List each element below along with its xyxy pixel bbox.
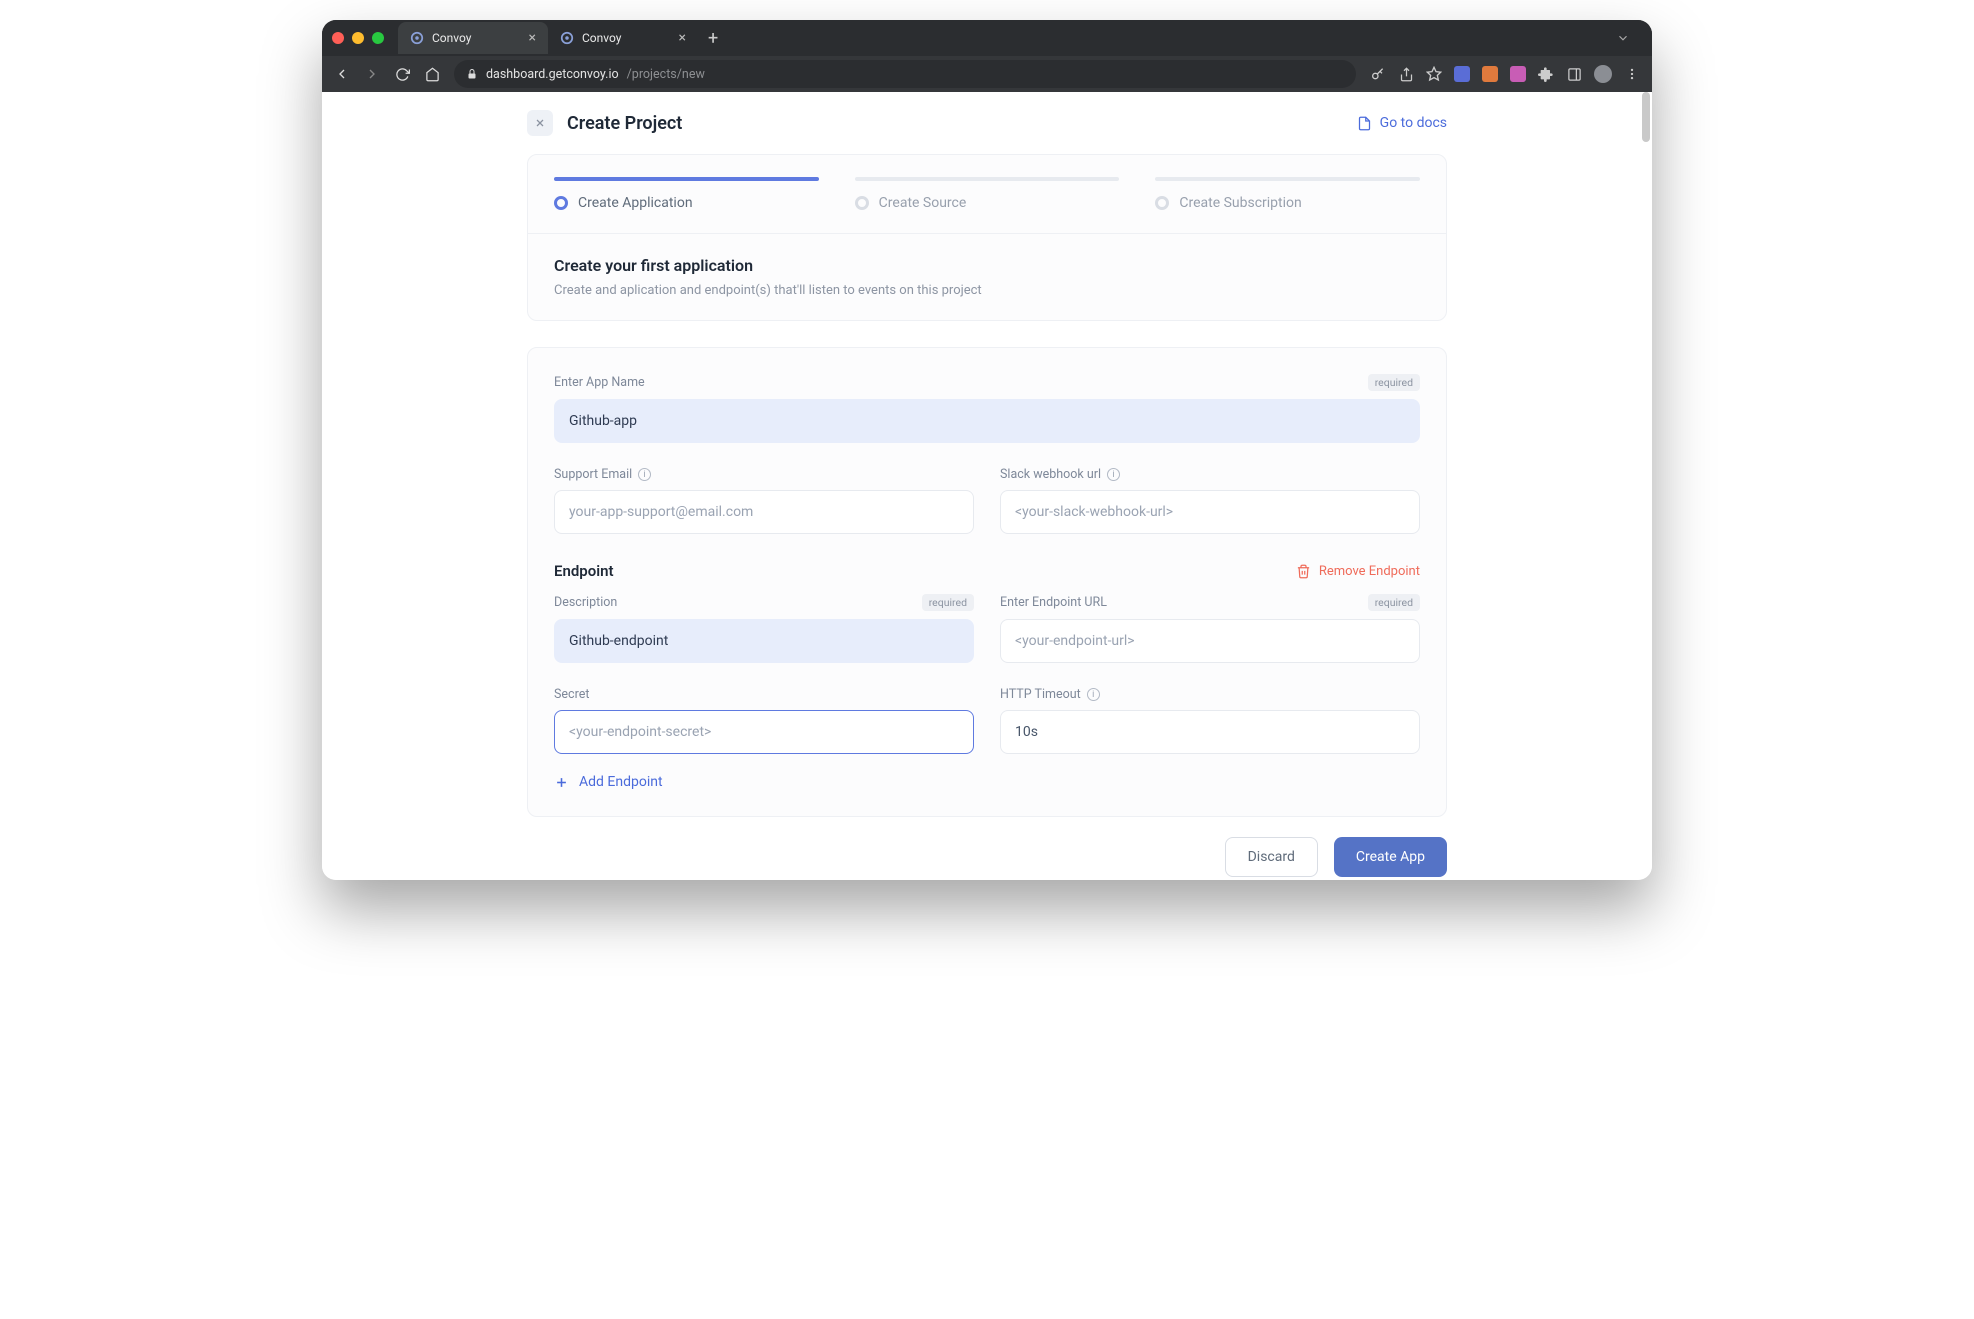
document-icon	[1357, 116, 1372, 131]
home-button[interactable]	[424, 66, 440, 82]
discard-button[interactable]: Discard	[1225, 837, 1318, 877]
timeout-input[interactable]	[1000, 710, 1420, 754]
docs-link[interactable]: Go to docs	[1357, 115, 1447, 131]
convoy-favicon-icon	[410, 31, 424, 45]
lock-icon	[466, 68, 478, 80]
add-endpoint-label: Add Endpoint	[579, 774, 663, 790]
back-button[interactable]	[334, 66, 350, 82]
create-app-button[interactable]: Create App	[1334, 837, 1447, 877]
required-badge: required	[1368, 374, 1420, 391]
secret-input[interactable]	[554, 710, 974, 754]
scrollbar[interactable]	[1642, 92, 1650, 142]
step-label: Create Subscription	[1179, 195, 1301, 211]
step-create-source[interactable]: Create Source	[855, 177, 1120, 211]
share-icon[interactable]	[1398, 66, 1414, 82]
step-create-application[interactable]: Create Application	[554, 177, 819, 211]
endpoint-url-input[interactable]	[1000, 619, 1420, 663]
profile-avatar[interactable]	[1594, 65, 1612, 83]
tab-close-icon[interactable]: ×	[529, 30, 536, 46]
description-label: Description	[554, 595, 617, 610]
page-title: Create Project	[567, 113, 682, 134]
browser-tab[interactable]: Convoy ×	[548, 22, 698, 54]
support-email-label: Support Emaili	[554, 467, 651, 482]
description-input[interactable]	[554, 619, 974, 663]
tab-close-icon[interactable]: ×	[679, 30, 686, 46]
url-host: dashboard.getconvoy.io	[486, 67, 619, 82]
endpoint-url-label: Enter Endpoint URL	[1000, 595, 1107, 610]
plus-icon	[554, 775, 569, 790]
tab-overflow-icon[interactable]	[1604, 31, 1642, 45]
url-path: /projects/new	[627, 67, 705, 82]
info-icon[interactable]: i	[1107, 468, 1120, 481]
remove-endpoint-label: Remove Endpoint	[1319, 564, 1420, 579]
app-name-label: Enter App Name	[554, 375, 645, 390]
convoy-favicon-icon	[560, 31, 574, 45]
step-radio-icon	[554, 196, 568, 210]
panel-icon[interactable]	[1566, 66, 1582, 82]
extension-icon[interactable]	[1510, 66, 1526, 82]
step-label: Create Application	[578, 195, 693, 211]
step-label: Create Source	[879, 195, 967, 211]
step-radio-icon	[1155, 196, 1169, 210]
key-icon[interactable]	[1370, 66, 1386, 82]
tab-title: Convoy	[432, 31, 521, 45]
extension-icon[interactable]	[1482, 66, 1498, 82]
support-email-input[interactable]	[554, 490, 974, 534]
forward-button[interactable]	[364, 66, 380, 82]
kebab-menu-icon[interactable]	[1624, 66, 1640, 82]
required-badge: required	[1368, 594, 1420, 611]
form-card: Enter App Name required Support Emaili	[527, 347, 1447, 817]
browser-tab[interactable]: Convoy ×	[398, 22, 548, 54]
minimize-window-icon[interactable]	[352, 32, 364, 44]
remove-endpoint-button[interactable]: Remove Endpoint	[1296, 564, 1420, 579]
tab-title: Convoy	[582, 31, 671, 45]
extension-icon[interactable]	[1454, 66, 1470, 82]
section-title: Create your first application	[554, 256, 1420, 275]
close-window-icon[interactable]	[332, 32, 344, 44]
trash-icon	[1296, 564, 1311, 579]
docs-link-label: Go to docs	[1380, 115, 1447, 131]
window-controls[interactable]	[332, 32, 384, 44]
info-icon[interactable]: i	[1087, 688, 1100, 701]
address-bar[interactable]: dashboard.getconvoy.io/projects/new	[454, 60, 1356, 88]
section-subtitle: Create and aplication and endpoint(s) th…	[554, 283, 1420, 298]
secret-label: Secret	[554, 687, 589, 702]
steps-card: Create Application Create Source Create …	[527, 154, 1447, 321]
star-icon[interactable]	[1426, 66, 1442, 82]
close-button[interactable]	[527, 110, 553, 136]
timeout-label: HTTP Timeouti	[1000, 687, 1100, 702]
endpoint-heading: Endpoint	[554, 562, 614, 580]
reload-button[interactable]	[394, 66, 410, 82]
new-tab-button[interactable]: +	[698, 28, 728, 49]
app-name-input[interactable]	[554, 399, 1420, 443]
maximize-window-icon[interactable]	[372, 32, 384, 44]
required-badge: required	[922, 594, 974, 611]
puzzle-icon[interactable]	[1538, 66, 1554, 82]
add-endpoint-button[interactable]: Add Endpoint	[554, 774, 1420, 790]
step-create-subscription[interactable]: Create Subscription	[1155, 177, 1420, 211]
browser-chrome: Convoy × Convoy × +	[322, 20, 1652, 92]
slack-url-input[interactable]	[1000, 490, 1420, 534]
slack-url-label: Slack webhook urli	[1000, 467, 1120, 482]
step-radio-icon	[855, 196, 869, 210]
info-icon[interactable]: i	[638, 468, 651, 481]
